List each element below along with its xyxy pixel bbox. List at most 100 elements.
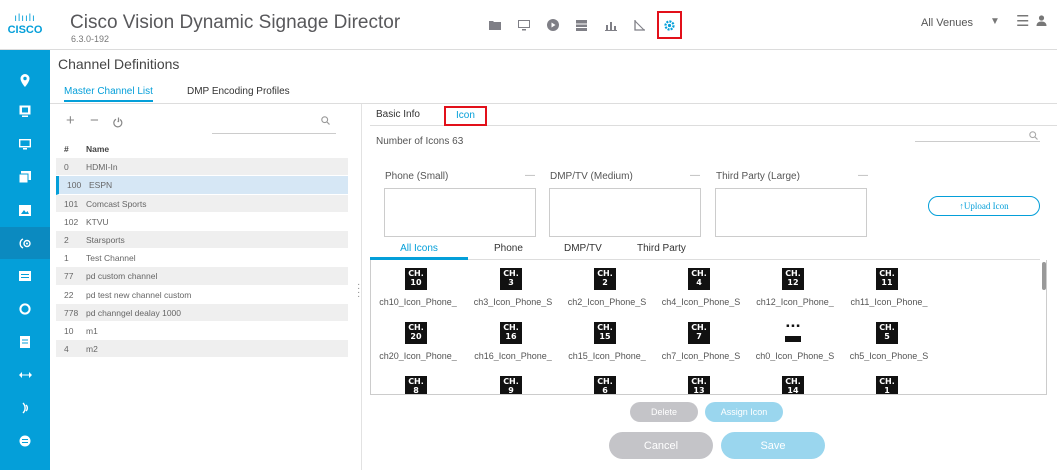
add-icon[interactable]: + (66, 112, 75, 129)
table-row[interactable]: 2 Starsports (56, 230, 348, 250)
broadcast-icon[interactable] (0, 392, 50, 424)
table-row[interactable]: 22 pd test new channel custom (56, 286, 348, 304)
bar-chart-icon[interactable] (596, 11, 625, 39)
user-icon[interactable] (1036, 14, 1047, 29)
icon-slot-phone[interactable] (384, 188, 536, 237)
icon-thumbnail[interactable]: CH. 15 ch15_Icon_Phone_ (560, 316, 654, 370)
tab-phone[interactable]: Phone (494, 243, 523, 254)
icon-thumbnail[interactable]: CH. 2 ch2_Icon_Phone_S (560, 262, 654, 316)
icon-thumbnail[interactable]: CH. 6 (560, 370, 654, 394)
icon-thumbnail[interactable]: CH. 1 (842, 370, 936, 394)
splitter-handle[interactable]: · · · · (357, 280, 365, 302)
icon-caption: ch10_Icon_Phone_ (379, 297, 457, 307)
icon-thumbnail[interactable]: CH. 5 ch5_Icon_Phone_S (842, 316, 936, 370)
arrows-icon[interactable] (0, 359, 50, 391)
table-row[interactable]: 100 ESPN (56, 176, 348, 195)
display-icon[interactable] (0, 128, 50, 160)
circle-icon[interactable] (0, 293, 50, 325)
icon-thumbnail[interactable]: CH. 16 ch16_Icon_Phone_ (466, 316, 560, 370)
icon-thumbnail[interactable]: CH. 13 (654, 370, 748, 394)
tab-third-party[interactable]: Third Party (637, 243, 686, 254)
channel-logo-icon: CH. 20 (405, 322, 427, 344)
channel-logo-icon: CH. 3 (500, 268, 522, 290)
play-icon[interactable] (538, 11, 567, 39)
upload-icon-button[interactable]: ↑Upload Icon (928, 196, 1040, 216)
icon-filter-tabs: All Icons Phone DMP/TV Third Party (370, 241, 1040, 260)
table-row[interactable]: 0 HDMI-In (56, 158, 348, 177)
channel-logo-icon: CH. 10 (405, 268, 427, 290)
channel-number: 100 (67, 180, 82, 191)
icon-thumbnail[interactable]: CH. 10 ch10_Icon_Phone_ (371, 262, 465, 316)
icon-caption: ch5_Icon_Phone_S (849, 351, 929, 361)
channel-logo-icon (782, 322, 804, 344)
layers-icon[interactable] (0, 161, 50, 193)
table-header: # Name (56, 140, 348, 159)
channel-number: 4 (64, 344, 69, 355)
tab-dmp-tv[interactable]: DMP/TV (564, 243, 602, 254)
table-row[interactable]: 1 Test Channel (56, 249, 348, 268)
hamburger-menu-icon[interactable]: ☰ (1016, 12, 1029, 30)
triangle-ruler-icon[interactable] (625, 11, 654, 39)
table-row[interactable]: 77 pd custom channel (56, 267, 348, 286)
device-icon[interactable] (0, 95, 50, 127)
tab-basic-info[interactable]: Basic Info (376, 109, 420, 120)
icon-thumbnail[interactable]: CH. 14 (748, 370, 842, 394)
search-icon[interactable] (1029, 131, 1038, 142)
table-row[interactable]: 10 m1 (56, 322, 348, 341)
tab-all-icons[interactable]: All Icons (370, 243, 468, 260)
icon-slot-third-party[interactable] (715, 188, 867, 237)
icon-thumbnail[interactable]: CH. 11 ch11_Icon_Phone_ (842, 262, 936, 316)
tab-master-channel-list[interactable]: Master Channel List (64, 86, 153, 102)
monitor-icon[interactable] (509, 11, 538, 39)
venue-select[interactable]: All Venues (921, 17, 973, 29)
channel-logo-icon: CH. 8 (405, 376, 427, 394)
table-row[interactable]: 102 KTVU (56, 213, 348, 231)
chevron-down-icon[interactable]: ▼ (990, 16, 1000, 27)
icon-thumbnail[interactable]: CH. 8 (371, 370, 465, 394)
slot-label-third-party: Third Party (Large) (716, 171, 800, 182)
gallery-scrollbar[interactable] (1042, 262, 1046, 290)
icon-gallery: CH. 10 ch10_Icon_Phone_ CH. 3 ch3_Icon_Phon… (370, 260, 1047, 395)
tab-icon[interactable]: Icon (444, 106, 487, 126)
channel-logo-icon: CH. 6 (594, 376, 616, 394)
cancel-button[interactable]: Cancel (609, 432, 713, 459)
channel-logo-icon: CH. 14 (782, 376, 804, 394)
channel-logo-icon: CH. 9 (500, 376, 522, 394)
channel-toolbar: + − (56, 112, 346, 134)
icon-thumbnail[interactable]: CH. 12 ch12_Icon_Phone_ (748, 262, 842, 316)
table-row[interactable]: 4 m2 (56, 340, 348, 359)
table-row[interactable]: 101 Comcast Sports (56, 194, 348, 213)
column-header-number[interactable]: # (64, 144, 84, 154)
location-pin-icon[interactable] (0, 64, 50, 96)
subtab-bar: Master Channel List DMP Encoding Profile… (50, 82, 1057, 104)
icon-thumbnail[interactable]: CH. 4 ch4_Icon_Phone_S (654, 262, 748, 316)
icon-thumbnail[interactable]: CH. 20 ch20_Icon_Phone_ (371, 316, 465, 370)
icon-thumbnail[interactable]: CH. 3 ch3_Icon_Phone_S (466, 262, 560, 316)
channel-logo-icon: CH. 15 (594, 322, 616, 344)
delete-button[interactable]: Delete (630, 402, 698, 422)
gear-icon[interactable] (657, 11, 682, 39)
channel-name: Comcast Sports (86, 198, 147, 209)
icon-search-input[interactable] (915, 130, 1040, 142)
grid-icon[interactable] (567, 11, 596, 39)
refresh-icon[interactable] (113, 115, 123, 132)
icon-thumbnail[interactable]: CH. 7 ch7_Icon_Phone_S (654, 316, 748, 370)
globe-icon[interactable] (0, 425, 50, 457)
image-icon[interactable] (0, 194, 50, 226)
remove-icon[interactable]: − (90, 112, 99, 129)
column-header-name[interactable]: Name (86, 144, 109, 154)
assign-icon-button[interactable]: Assign Icon (705, 402, 783, 422)
icon-slot-dmptv[interactable] (549, 188, 701, 237)
icon-thumbnail[interactable]: ch0_Icon_Phone_S (748, 316, 842, 370)
save-button[interactable]: Save (721, 432, 825, 459)
search-icon[interactable] (321, 116, 330, 128)
channel-icon[interactable] (0, 227, 50, 259)
folder-icon[interactable] (480, 11, 509, 39)
channel-number: 778 (64, 307, 79, 318)
document-icon[interactable] (0, 326, 50, 358)
list-icon[interactable] (0, 260, 50, 292)
table-row[interactable]: 778 pd channgel dealay 1000 (56, 303, 348, 322)
icon-thumbnail[interactable]: CH. 9 (466, 370, 560, 394)
channel-search-input[interactable] (212, 118, 336, 134)
tab-dmp-encoding-profiles[interactable]: DMP Encoding Profiles (187, 86, 290, 97)
